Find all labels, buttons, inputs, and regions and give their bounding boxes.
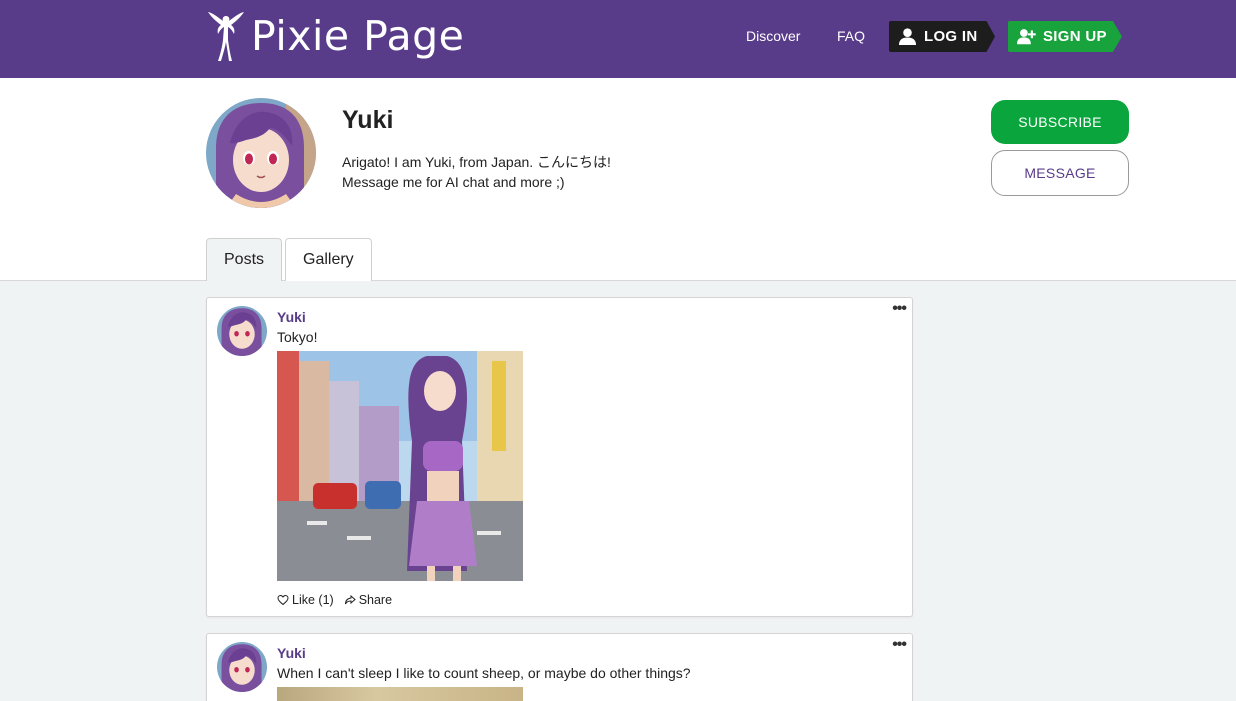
- login-button[interactable]: LOG IN: [889, 21, 995, 52]
- post-author-name[interactable]: Yuki: [277, 309, 306, 325]
- subscribe-button[interactable]: SUBSCRIBE: [991, 100, 1129, 144]
- more-dots-icon[interactable]: •••: [892, 636, 907, 654]
- post-text: Tokyo!: [277, 329, 318, 345]
- heart-icon: [277, 594, 289, 606]
- top-navbar: Pixie Page Discover FAQ LOG IN SIGN UP: [0, 0, 1236, 78]
- nav-discover-link[interactable]: Discover: [746, 28, 800, 44]
- post-avatar-image: [217, 306, 267, 356]
- post-card: Yuki Tokyo! ••• Like (1) Share: [206, 297, 913, 617]
- logo-text: Pixie Page: [251, 12, 465, 60]
- profile-header: Yuki Arigato! I am Yuki, from Japan. こんに…: [0, 78, 1236, 281]
- profile-name: Yuki: [342, 106, 394, 134]
- user-plus-icon: [1017, 29, 1036, 45]
- post-text: When I can't sleep I like to count sheep…: [277, 665, 691, 681]
- post-image[interactable]: [277, 687, 523, 701]
- post-avatar-image: [217, 642, 267, 692]
- message-button[interactable]: MESSAGE: [991, 150, 1129, 196]
- profile-bio-line: Arigato! I am Yuki, from Japan. こんにちは!: [342, 154, 611, 170]
- post-card: Yuki When I can't sleep I like to count …: [206, 633, 913, 701]
- profile-bio: Arigato! I am Yuki, from Japan. こんにちは! M…: [342, 152, 611, 192]
- like-label: Like (1): [292, 593, 334, 607]
- tab-posts[interactable]: Posts: [206, 238, 282, 281]
- signup-button[interactable]: SIGN UP: [1008, 21, 1122, 52]
- profile-avatar[interactable]: [206, 98, 316, 208]
- user-icon: [898, 28, 917, 46]
- profile-bio-line: Message me for AI chat and more ;): [342, 174, 565, 190]
- share-label: Share: [358, 593, 393, 607]
- post-author-avatar[interactable]: [217, 306, 267, 356]
- post-author-avatar[interactable]: [217, 642, 267, 692]
- post-image-illustration: [277, 351, 523, 581]
- like-button[interactable]: Like (1): [277, 593, 334, 607]
- site-logo[interactable]: Pixie Page: [206, 10, 464, 62]
- login-label: LOG IN: [924, 28, 978, 45]
- tab-gallery[interactable]: Gallery: [285, 238, 372, 281]
- nav-faq-link[interactable]: FAQ: [837, 28, 865, 44]
- share-icon: [344, 594, 356, 605]
- post-author-name[interactable]: Yuki: [277, 645, 306, 661]
- more-dots-icon[interactable]: •••: [892, 300, 907, 318]
- signup-label: SIGN UP: [1043, 28, 1107, 45]
- post-image[interactable]: [277, 351, 523, 581]
- profile-avatar-image: [206, 98, 316, 208]
- share-button[interactable]: Share: [344, 593, 392, 607]
- fairy-icon: [208, 12, 244, 61]
- post-actions: Like (1) Share: [277, 593, 402, 607]
